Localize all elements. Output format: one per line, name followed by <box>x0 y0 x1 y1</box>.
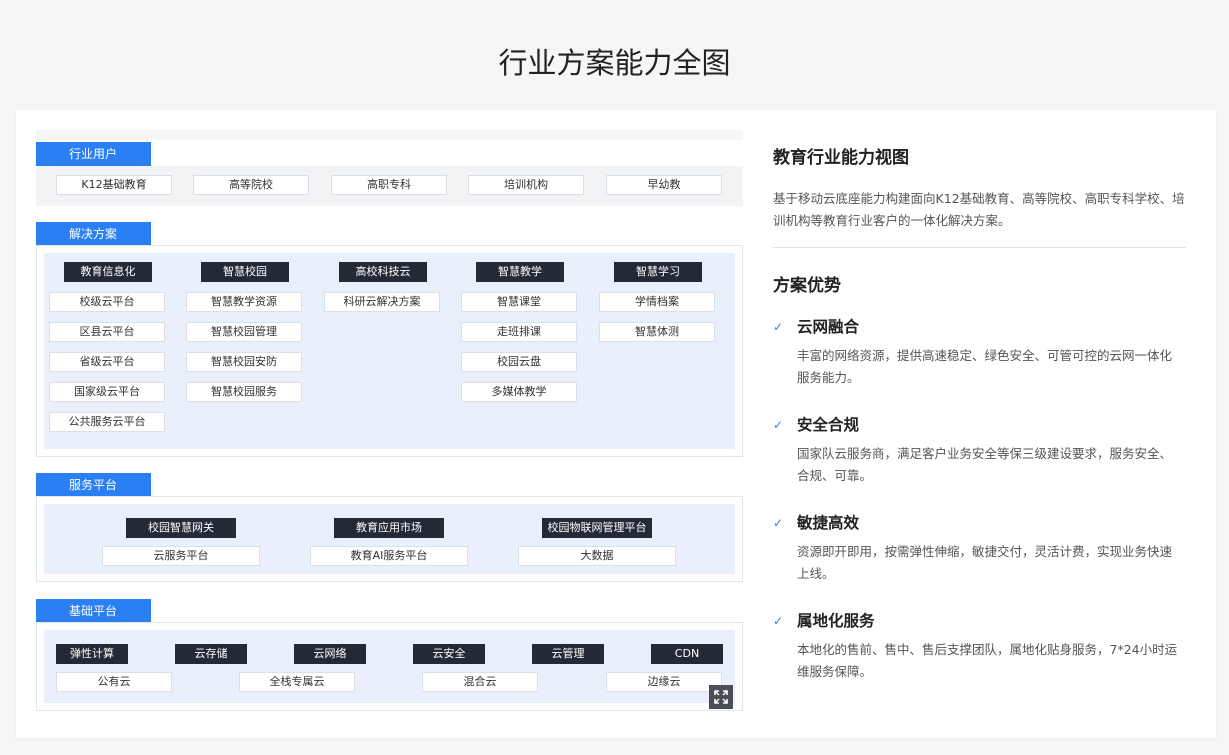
section-tab-service-platform: 服务平台 <box>36 473 151 497</box>
solution-item: 校级云平台 <box>49 292 165 312</box>
industry-user-item: 高职专科 <box>331 175 447 195</box>
solutions-panel: 教育信息化 校级云平台 区县云平台 省级云平台 国家级云平台 公共服务云平台 智… <box>36 245 743 457</box>
expand-icon-glyph <box>714 690 728 704</box>
solution-item: 智慧校园安防 <box>186 352 302 372</box>
base-header: 云安全 <box>413 644 485 664</box>
solution-item: 智慧课堂 <box>461 292 577 312</box>
advantage-name: 敏捷高效 <box>797 514 860 532</box>
solution-item: 智慧教学资源 <box>186 292 302 312</box>
expand-icon[interactable] <box>709 685 733 709</box>
base-header: 云管理 <box>532 644 604 664</box>
solution-item: 校园云盘 <box>461 352 577 372</box>
solution-header: 智慧学习 <box>614 262 702 282</box>
advantage-name: 安全合规 <box>797 416 860 434</box>
base-item: 公有云 <box>56 672 172 692</box>
base-item: 全栈专属云 <box>239 672 355 692</box>
service-header: 校园智慧网关 <box>126 518 236 538</box>
check-icon: ✓ <box>773 320 784 334</box>
solution-item: 智慧校园服务 <box>186 382 302 402</box>
diagram-top-bar <box>36 130 743 140</box>
solution-header: 智慧校园 <box>201 262 289 282</box>
solution-item: 学情档案 <box>599 292 715 312</box>
service-platform-panel: 校园智慧网关 教育应用市场 校园物联网管理平台 云服务平台 教育AI服务平台 大… <box>36 496 743 582</box>
check-icon: ✓ <box>773 418 784 432</box>
solution-item: 智慧校园管理 <box>186 322 302 342</box>
service-header: 教育应用市场 <box>334 518 444 538</box>
industry-users-panel: K12基础教育 高等院校 高职专科 培训机构 早幼教 <box>36 166 743 206</box>
service-item: 云服务平台 <box>102 546 260 566</box>
base-header: 弹性计算 <box>56 644 128 664</box>
base-item: 边缘云 <box>606 672 722 692</box>
service-platform-inner: 校园智慧网关 教育应用市场 校园物联网管理平台 云服务平台 教育AI服务平台 大… <box>44 504 735 574</box>
check-icon: ✓ <box>773 614 784 628</box>
info-title: 教育行业能力视图 <box>773 148 909 168</box>
service-header: 校园物联网管理平台 <box>542 518 652 538</box>
service-item: 大数据 <box>518 546 676 566</box>
solution-item: 科研云解决方案 <box>324 292 440 312</box>
solutions-inner: 教育信息化 校级云平台 区县云平台 省级云平台 国家级云平台 公共服务云平台 智… <box>44 253 735 449</box>
solution-item: 区县云平台 <box>49 322 165 342</box>
info-divider <box>773 247 1186 248</box>
capability-diagram: 行业用户 K12基础教育 高等院校 高职专科 培训机构 早幼教 解决方案 教育信… <box>36 130 743 717</box>
solution-header: 高校科技云 <box>339 262 427 282</box>
solution-item: 国家级云平台 <box>49 382 165 402</box>
page-title: 行业方案能力全图 <box>498 46 731 80</box>
check-icon: ✓ <box>773 516 784 530</box>
base-item: 混合云 <box>422 672 538 692</box>
solution-item: 走班排课 <box>461 322 577 342</box>
base-header: 云网络 <box>294 644 366 664</box>
base-platform-inner: 弹性计算 云存储 云网络 云安全 云管理 CDN 公有云 全栈专属云 混合云 边… <box>44 630 735 703</box>
solution-item: 公共服务云平台 <box>49 412 165 432</box>
industry-user-item: 早幼教 <box>606 175 722 195</box>
industry-user-item: 高等院校 <box>193 175 309 195</box>
industry-user-item: K12基础教育 <box>56 175 172 195</box>
section-tab-solutions: 解决方案 <box>36 222 151 246</box>
advantage-desc: 资源即开即用，按需弹性伸缩，敏捷交付，灵活计费，实现业务快速上线。 <box>797 544 1173 581</box>
solution-item: 多媒体教学 <box>461 382 577 402</box>
base-header: 云存储 <box>175 644 247 664</box>
solution-header: 智慧教学 <box>476 262 564 282</box>
advantage-name: 属地化服务 <box>797 612 875 630</box>
solution-item: 智慧体测 <box>599 322 715 342</box>
solution-header: 教育信息化 <box>64 262 152 282</box>
advantage-desc: 国家队云服务商，满足客户业务安全等保三级建设要求，服务安全、合规、可靠。 <box>797 446 1173 483</box>
section-tab-base-platform: 基础平台 <box>36 599 151 623</box>
base-header: CDN <box>651 644 723 664</box>
advantage-name: 云网融合 <box>797 318 860 336</box>
base-platform-panel: 弹性计算 云存储 云网络 云安全 云管理 CDN 公有云 全栈专属云 混合云 边… <box>36 622 743 711</box>
section-tab-industry-users: 行业用户 <box>36 142 151 166</box>
info-description: 基于移动云底座能力构建面向K12基础教育、高等院校、高职专科学校、培训机构等教育… <box>773 191 1185 228</box>
advantage-desc: 本地化的售前、售中、售后支撑团队，属地化贴身服务，7*24小时运维服务保障。 <box>797 642 1178 679</box>
service-item: 教育AI服务平台 <box>310 546 468 566</box>
advantages-title: 方案优势 <box>773 276 841 296</box>
capability-card: 行业用户 K12基础教育 高等院校 高职专科 培训机构 早幼教 解决方案 教育信… <box>16 110 1216 738</box>
advantage-desc: 丰富的网络资源，提供高速稳定、绿色安全、可管可控的云网一体化服务能力。 <box>797 348 1173 385</box>
industry-user-item: 培训机构 <box>468 175 584 195</box>
solution-item: 省级云平台 <box>49 352 165 372</box>
